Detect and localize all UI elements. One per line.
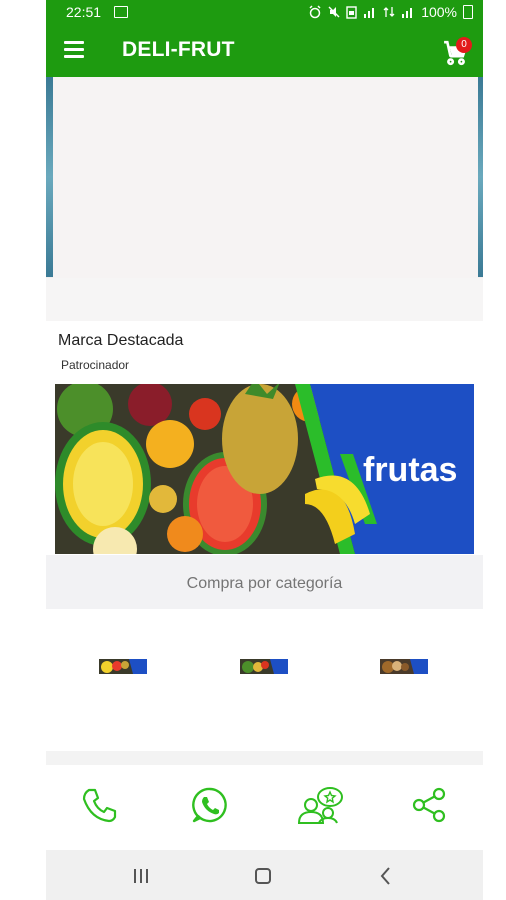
contacts-icon[interactable]: [297, 785, 345, 825]
fruits-banner-image: frutas: [55, 384, 474, 554]
app-title: DELI-FRUT: [122, 38, 235, 61]
home-icon[interactable]: [251, 864, 275, 888]
share-icon[interactable]: [409, 785, 449, 825]
hero-image[interactable]: [53, 77, 478, 278]
status-right: 100%: [308, 4, 473, 20]
contact-actions-bar: [46, 765, 483, 850]
whatsapp-icon[interactable]: [190, 785, 230, 825]
status-bar: 22:51 100%: [46, 0, 483, 24]
category-thumb-1[interactable]: [99, 659, 147, 674]
hero-carousel[interactable]: [46, 77, 483, 321]
app-bar: DELI-FRUT 0: [46, 24, 483, 77]
category-thumb-3[interactable]: [380, 659, 428, 674]
app-screen: 22:51 100% DELI-FRUT 0 Marca Destacada P…: [46, 0, 483, 900]
category-header: Compra por categoría: [46, 555, 483, 609]
data-icon: [383, 7, 395, 17]
banner-text: frutas: [363, 451, 457, 489]
back-icon[interactable]: [374, 864, 398, 888]
signal-icon-2: [402, 8, 413, 18]
gallery-notification-icon: [114, 6, 128, 18]
sponsor-banner[interactable]: frutas: [55, 384, 474, 554]
hero-caption-area: [46, 278, 483, 321]
alarm-icon: [309, 5, 321, 19]
menu-icon[interactable]: [64, 41, 84, 58]
featured-brand-title: Marca Destacada: [58, 332, 184, 349]
battery-percent: 100%: [421, 4, 457, 20]
cart-badge: 0: [456, 37, 472, 53]
category-list: [46, 609, 483, 751]
phone-icon[interactable]: [79, 785, 119, 825]
sponsor-label: Patrocinador: [61, 358, 130, 372]
status-time: 22:51: [66, 4, 102, 20]
system-navigation-bar: [46, 850, 483, 900]
signal-icon: [364, 8, 375, 18]
recent-apps-icon[interactable]: [129, 864, 153, 888]
section-divider: [46, 751, 483, 765]
carousel-prev-edge: [46, 77, 53, 277]
battery-icon: [463, 5, 473, 19]
sim-icon: [346, 5, 357, 19]
mute-icon: [328, 6, 340, 18]
carousel-next-edge: [478, 77, 483, 277]
category-thumb-2[interactable]: [240, 659, 288, 674]
